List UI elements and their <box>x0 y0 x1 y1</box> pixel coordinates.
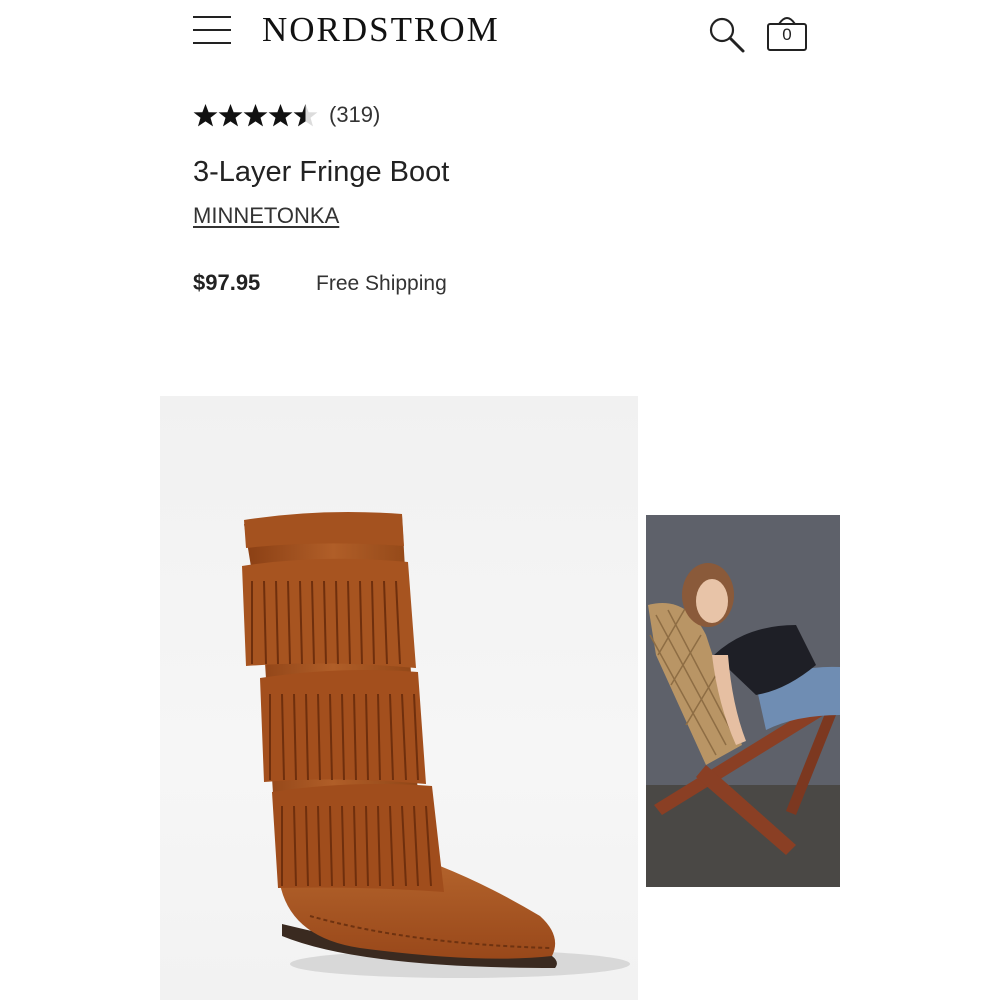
star-icon <box>268 103 293 126</box>
star-icon <box>243 103 268 126</box>
menu-line <box>193 16 231 18</box>
product-brand-link[interactable]: MINNETONKA <box>193 203 339 229</box>
fringe-layer <box>260 670 426 784</box>
product-price: $97.95 <box>193 270 261 295</box>
fringe-layer <box>242 558 416 668</box>
star-icon <box>293 103 318 126</box>
search-icon[interactable] <box>707 15 747 55</box>
star-icon <box>218 103 243 126</box>
menu-line <box>193 42 231 44</box>
shipping-info: Free Shipping <box>316 272 447 295</box>
review-count: (319) <box>329 102 381 127</box>
hamburger-menu-icon[interactable] <box>193 14 231 46</box>
menu-line <box>193 29 231 31</box>
rating-summary[interactable]: (319) <box>193 99 380 131</box>
product-image-alt[interactable] <box>646 515 840 887</box>
shopping-bag-icon[interactable]: 0 <box>766 12 810 54</box>
site-header: NORDSTROM 0 <box>0 0 1000 70</box>
star-rating <box>193 103 318 128</box>
brand-logo[interactable]: NORDSTROM <box>262 10 500 50</box>
fringe-layer <box>272 784 444 892</box>
bag-count: 0 <box>782 25 792 44</box>
star-icon <box>193 103 218 126</box>
product-title: 3-Layer Fringe Boot <box>193 156 450 188</box>
product-image-main[interactable] <box>160 396 638 1000</box>
